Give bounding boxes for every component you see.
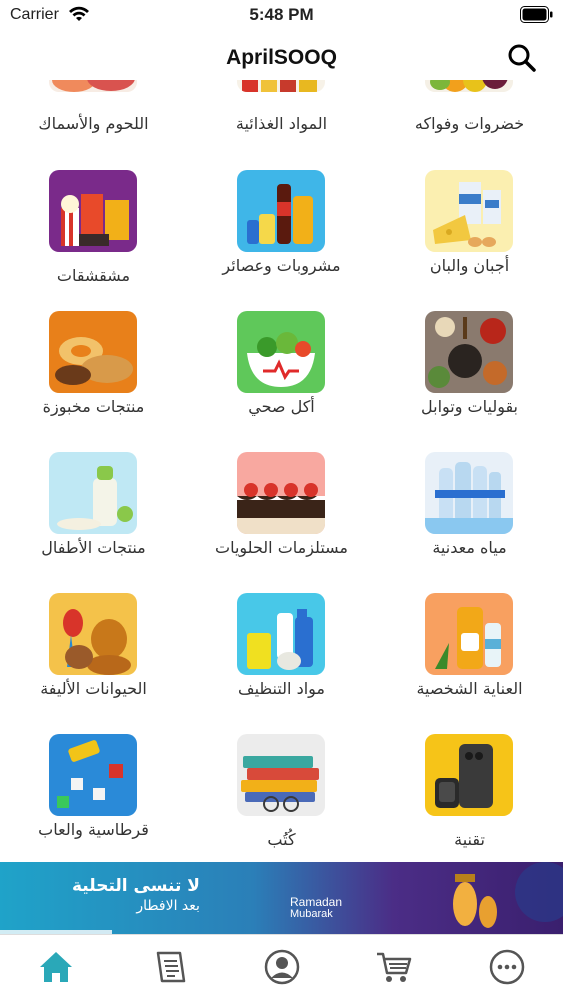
category-bakery[interactable]: منتجات مخبوزة (0, 311, 187, 451)
category-books[interactable]: كُتُب (188, 734, 375, 860)
category-fruits-vegetables[interactable]: خضروات وفواكه (376, 80, 563, 160)
category-label: منتجات مخبوزة (42, 397, 145, 416)
category-label: منتجات الأطفال (41, 538, 146, 557)
tab-orders[interactable] (150, 947, 190, 987)
tab-cart[interactable] (374, 947, 414, 987)
category-meat-fish[interactable]: اللحوم والأسماك (0, 80, 187, 160)
mineral-water-image (425, 452, 513, 534)
mubarak-text: Mubarak (290, 908, 333, 920)
category-cheese-dairy[interactable]: أجبان والبان (376, 170, 563, 310)
fruits-vegetables-image (425, 80, 513, 92)
cheese-dairy-image (425, 170, 513, 252)
home-icon (40, 952, 72, 982)
banner-promo-text: لا تنسى التحلية بعد الافطار (72, 876, 200, 914)
meat-fish-image (49, 80, 137, 92)
baby-products-image (49, 452, 137, 534)
banner-subline: بعد الافطار (136, 898, 200, 914)
category-dessert-supplies[interactable]: مستلزمات الحلويات (188, 452, 375, 592)
category-cleaning-supplies[interactable]: مواد التنظيف (188, 593, 375, 733)
category-label: مواد التنظيف (238, 679, 325, 698)
category-baby-products[interactable]: منتجات الأطفال (0, 452, 187, 592)
snacks-image (49, 170, 137, 252)
tab-account[interactable] (262, 947, 302, 987)
category-label: مشروبات وعصائر (222, 256, 341, 275)
category-label: بقوليات وتوابل (421, 397, 518, 416)
category-label: الحيوانات الأليفة (40, 679, 147, 698)
category-healthy-food[interactable]: أكل صحي (188, 311, 375, 451)
category-snacks[interactable]: مشقشقات (0, 170, 187, 310)
category-mineral-water[interactable]: مياه معدنية (376, 452, 563, 592)
category-label: أكل صحي (248, 397, 315, 416)
category-label: تقنية (454, 830, 485, 849)
shopping-cart-icon (377, 952, 412, 982)
stationery-toys-image (49, 734, 137, 816)
category-label: أجبان والبان (429, 256, 510, 275)
category-legumes-spices[interactable]: بقوليات وتوابل (376, 311, 563, 451)
dessert-supplies-image (237, 452, 325, 534)
drinks-juices-image (237, 170, 325, 252)
books-image (237, 734, 325, 816)
personal-care-image (425, 593, 513, 675)
cleaning-supplies-image (237, 593, 325, 675)
category-pets[interactable]: الحيوانات الأليفة (0, 593, 187, 733)
ramadan-text: Ramadan (290, 895, 343, 909)
status-bar: Carrier 5:48 PM (0, 0, 563, 30)
category-label: مشقشقات (56, 266, 131, 285)
battery-icon (520, 6, 553, 23)
ramadan-promo-banner[interactable]: لا تنسى التحلية بعد الافطار Ramadan Muba… (0, 862, 563, 934)
clock: 5:48 PM (249, 5, 314, 24)
ramadan-mubarak-logo: Ramadan Mubarak (290, 896, 342, 920)
category-label: كُتُب (267, 830, 296, 849)
category-stationery-toys[interactable]: قرطاسية والعاب (0, 734, 187, 860)
search-icon[interactable] (507, 43, 537, 73)
category-label: المواد الغذائية (235, 114, 328, 133)
category-personal-care[interactable]: العناية الشخصية (376, 593, 563, 733)
healthy-food-image (237, 311, 325, 393)
technology-image (425, 734, 513, 816)
category-food-items[interactable]: المواد الغذائية (188, 80, 375, 160)
tab-more[interactable] (487, 947, 527, 987)
category-label: قرطاسية والعاب (38, 820, 149, 839)
user-profile-icon (264, 949, 300, 985)
category-label: مستلزمات الحلويات (215, 538, 348, 557)
category-grid: خضروات وفواكه المواد الغذائية اللحوم وال… (0, 80, 563, 860)
bakery-image (49, 311, 137, 393)
category-label: العناية الشخصية (416, 679, 523, 698)
nav-bar: AprilSOOQ (0, 36, 563, 80)
category-label: مياه معدنية (432, 538, 507, 557)
bottom-tab-bar (0, 934, 563, 1000)
banner-headline: لا تنسى التحلية (72, 876, 200, 896)
orders-list-icon (156, 951, 186, 983)
tab-home[interactable] (36, 947, 76, 987)
pets-image (49, 593, 137, 675)
more-options-icon (489, 949, 525, 985)
category-label: اللحوم والأسماك (38, 114, 149, 133)
category-technology[interactable]: تقنية (376, 734, 563, 860)
category-label: خضروات وفواكه (414, 114, 525, 133)
app-title: AprilSOOQ (226, 46, 337, 69)
food-items-image (237, 80, 325, 92)
category-drinks-juices[interactable]: مشروبات وعصائر (188, 170, 375, 310)
legumes-spices-image (425, 311, 513, 393)
